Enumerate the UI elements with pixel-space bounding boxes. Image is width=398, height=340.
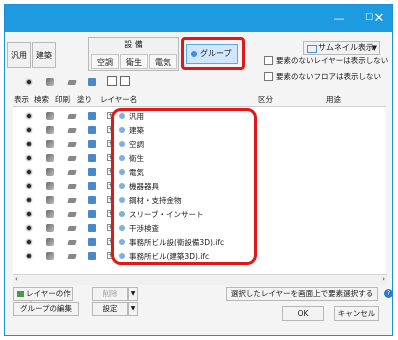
chevron-down-icon: ▼ xyxy=(371,44,377,52)
fill-icon[interactable] xyxy=(88,238,96,246)
fill-icon[interactable] xyxy=(88,182,96,190)
toggle-all-search-icon[interactable] xyxy=(46,78,54,86)
equipment-title: 設 備 xyxy=(124,40,143,49)
print-icon[interactable] xyxy=(67,128,77,133)
thumbnail-icon xyxy=(307,45,317,53)
print-icon[interactable] xyxy=(67,226,77,231)
tab-building[interactable]: 建築 xyxy=(32,42,56,68)
header-usage: 用途 xyxy=(326,95,341,104)
scroll-left-icon[interactable]: ‹ xyxy=(15,275,18,283)
select-on-screen-button[interactable]: 選択したレイヤーを画面上で要素選択する xyxy=(226,287,378,301)
fill-icon[interactable] xyxy=(88,168,96,176)
hide-empty-floors-checkbox[interactable] xyxy=(264,72,273,81)
search-icon[interactable] xyxy=(46,224,54,232)
fill-icon[interactable] xyxy=(88,196,96,204)
search-icon[interactable] xyxy=(46,154,54,162)
header-layer-name: レイヤー名 xyxy=(100,95,138,104)
search-icon[interactable] xyxy=(46,196,54,204)
search-icon[interactable] xyxy=(46,140,54,148)
eye-icon[interactable] xyxy=(25,210,33,218)
group-edit-button[interactable]: グループの編集 xyxy=(13,302,79,316)
print-icon[interactable] xyxy=(67,156,77,161)
fill-icon[interactable] xyxy=(88,224,96,232)
search-icon[interactable] xyxy=(46,182,54,190)
cancel-button[interactable]: キャンセル xyxy=(334,306,379,321)
settings-dropdown-button[interactable]: ▼ xyxy=(128,302,138,316)
search-icon[interactable] xyxy=(46,126,54,134)
title-bar: — ☐ ✕ xyxy=(5,5,392,32)
eye-icon[interactable] xyxy=(25,154,33,162)
collapse-all-icon[interactable] xyxy=(120,76,130,86)
print-icon[interactable] xyxy=(67,170,77,175)
fill-icon[interactable] xyxy=(88,112,96,120)
thumbnail-button[interactable]: サムネイル表示 ▼ xyxy=(303,41,380,55)
eye-icon[interactable] xyxy=(25,182,33,190)
search-icon[interactable] xyxy=(46,238,54,246)
expand-all-icon[interactable] xyxy=(107,76,117,86)
header-search: 検索 xyxy=(34,95,49,104)
ok-button[interactable]: OK xyxy=(282,306,324,321)
fill-icon[interactable] xyxy=(88,126,96,134)
print-icon[interactable] xyxy=(67,240,77,245)
delete-button[interactable]: 削除 xyxy=(92,287,128,301)
print-icon[interactable] xyxy=(67,212,77,217)
create-layer-button[interactable]: レイヤーの作成 xyxy=(13,287,73,310)
delete-dropdown-button[interactable]: ▼ xyxy=(128,287,138,301)
highlight-layer-names xyxy=(111,108,257,265)
eye-icon[interactable] xyxy=(25,224,33,232)
fill-icon[interactable] xyxy=(88,140,96,148)
toggle-all-print-icon[interactable] xyxy=(67,80,77,85)
eye-icon[interactable] xyxy=(25,238,33,246)
search-icon[interactable] xyxy=(46,252,54,260)
eye-icon[interactable] xyxy=(25,252,33,260)
fill-icon[interactable] xyxy=(88,210,96,218)
close-button[interactable]: ✕ xyxy=(366,5,392,32)
highlight-group-button xyxy=(181,37,245,70)
subtab-electrical[interactable]: 電気 xyxy=(149,54,177,69)
equipment-tab-group[interactable]: 設 備 空調 衛生 電気 xyxy=(88,37,179,71)
eye-icon[interactable] xyxy=(25,126,33,134)
hide-empty-layers-checkbox[interactable] xyxy=(264,56,273,65)
header-fill: 塗り xyxy=(77,95,92,104)
create-layer-icon xyxy=(17,291,24,297)
settings-button[interactable]: 設定 xyxy=(92,302,128,316)
toggle-all-fill-icon[interactable] xyxy=(88,78,96,86)
print-icon[interactable] xyxy=(67,254,77,259)
eye-icon[interactable] xyxy=(25,140,33,148)
subtab-plumbing[interactable]: 衛生 xyxy=(120,54,148,69)
help-icon[interactable]: ? xyxy=(384,289,393,298)
search-icon[interactable] xyxy=(46,168,54,176)
subtab-hvac[interactable]: 空調 xyxy=(91,54,119,69)
hide-empty-floors-label: 要素のないフロアは表示しない xyxy=(276,72,381,81)
minimize-button[interactable]: — xyxy=(324,5,354,32)
horizontal-scrollbar[interactable]: ‹ › xyxy=(13,274,387,285)
tab-general[interactable]: 汎用 xyxy=(7,42,31,68)
fill-icon[interactable] xyxy=(88,154,96,162)
eye-icon[interactable] xyxy=(25,196,33,204)
search-icon[interactable] xyxy=(46,210,54,218)
print-icon[interactable] xyxy=(67,198,77,203)
thumbnail-button-label: サムネイル表示 xyxy=(318,43,374,52)
print-icon[interactable] xyxy=(67,142,77,147)
header-category: 区分 xyxy=(258,95,273,104)
toggle-all-visible-icon[interactable] xyxy=(25,78,33,86)
header-print: 印刷 xyxy=(55,95,70,104)
eye-icon[interactable] xyxy=(25,112,33,120)
search-icon[interactable] xyxy=(46,112,54,120)
fill-icon[interactable] xyxy=(88,252,96,260)
scroll-right-icon[interactable]: › xyxy=(382,275,385,283)
hide-empty-layers-label: 要素のないレイヤーは表示しない xyxy=(276,56,389,65)
header-display: 表示 xyxy=(14,95,29,104)
eye-icon[interactable] xyxy=(25,168,33,176)
print-icon[interactable] xyxy=(67,114,77,119)
print-icon[interactable] xyxy=(67,184,77,189)
